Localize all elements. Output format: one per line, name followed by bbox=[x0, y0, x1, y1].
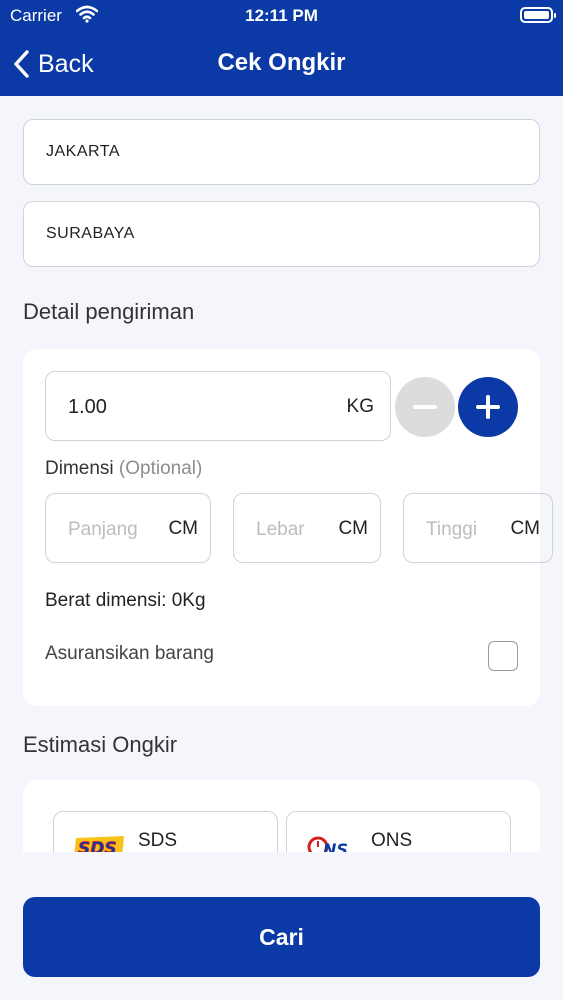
length-placeholder: Panjang bbox=[68, 519, 138, 540]
svg-text:SDS: SDS bbox=[78, 839, 117, 852]
estimate-card: SDS SDS NS ONS bbox=[23, 780, 540, 852]
svg-text:NS: NS bbox=[323, 840, 348, 852]
height-input[interactable]: Tinggi CM bbox=[403, 493, 553, 563]
decrease-weight-button[interactable] bbox=[395, 377, 455, 437]
dimension-label: Dimensi (Optional) bbox=[45, 458, 202, 480]
courier-option-sds[interactable]: SDS SDS bbox=[53, 811, 278, 852]
scroll-content[interactable]: JAKARTA SURABAYA Detail pengiriman 1.00 … bbox=[0, 96, 563, 852]
origin-field[interactable]: JAKARTA bbox=[23, 119, 540, 185]
courier-name-ons: ONS bbox=[371, 830, 413, 851]
courier-option-ons[interactable]: NS ONS bbox=[286, 811, 511, 852]
destination-value: SURABAYA bbox=[46, 225, 135, 242]
estimate-section-title: Estimasi Ongkir bbox=[23, 732, 178, 757]
courier-name-sds: SDS bbox=[138, 830, 178, 851]
height-placeholder: Tinggi bbox=[426, 519, 478, 540]
status-bar: Carrier 12:11 PM bbox=[0, 0, 563, 34]
clock: 12:11 PM bbox=[245, 6, 318, 25]
length-input[interactable]: Panjang CM bbox=[45, 493, 211, 563]
weight-value: 1.00 bbox=[68, 396, 107, 418]
height-unit: CM bbox=[510, 518, 540, 539]
origin-value: JAKARTA bbox=[46, 143, 121, 160]
minus-icon bbox=[413, 405, 437, 409]
increase-weight-button[interactable] bbox=[458, 377, 518, 437]
destination-field[interactable]: SURABAYA bbox=[23, 201, 540, 267]
battery-icon bbox=[520, 7, 556, 23]
search-button[interactable]: Cari bbox=[23, 897, 540, 977]
width-placeholder: Lebar bbox=[256, 519, 305, 540]
plus-icon bbox=[476, 395, 500, 419]
dimension-optional-text: (Optional) bbox=[118, 458, 203, 479]
insurance-checkbox[interactable] bbox=[488, 641, 518, 671]
length-unit: CM bbox=[168, 518, 198, 539]
width-unit: CM bbox=[338, 518, 368, 539]
sds-logo-icon: SDS bbox=[72, 834, 128, 852]
detail-section-title: Detail pengiriman bbox=[23, 299, 195, 324]
detail-card: 1.00 KG Dimensi (Optional) Panjang CM Le… bbox=[23, 349, 553, 706]
page-title: Cek Ongkir bbox=[217, 49, 346, 76]
ons-logo-icon: NS bbox=[305, 834, 363, 852]
weight-unit: KG bbox=[346, 396, 374, 417]
dimension-weight-text: Berat dimensi: 0Kg bbox=[45, 590, 206, 611]
dimension-label-text: Dimensi bbox=[45, 458, 114, 479]
navigation-bar: Back Cek Ongkir bbox=[0, 34, 563, 96]
insurance-label: Asuransikan barang bbox=[45, 643, 214, 664]
weight-input[interactable]: 1.00 KG bbox=[45, 371, 391, 441]
width-input[interactable]: Lebar CM bbox=[233, 493, 381, 563]
